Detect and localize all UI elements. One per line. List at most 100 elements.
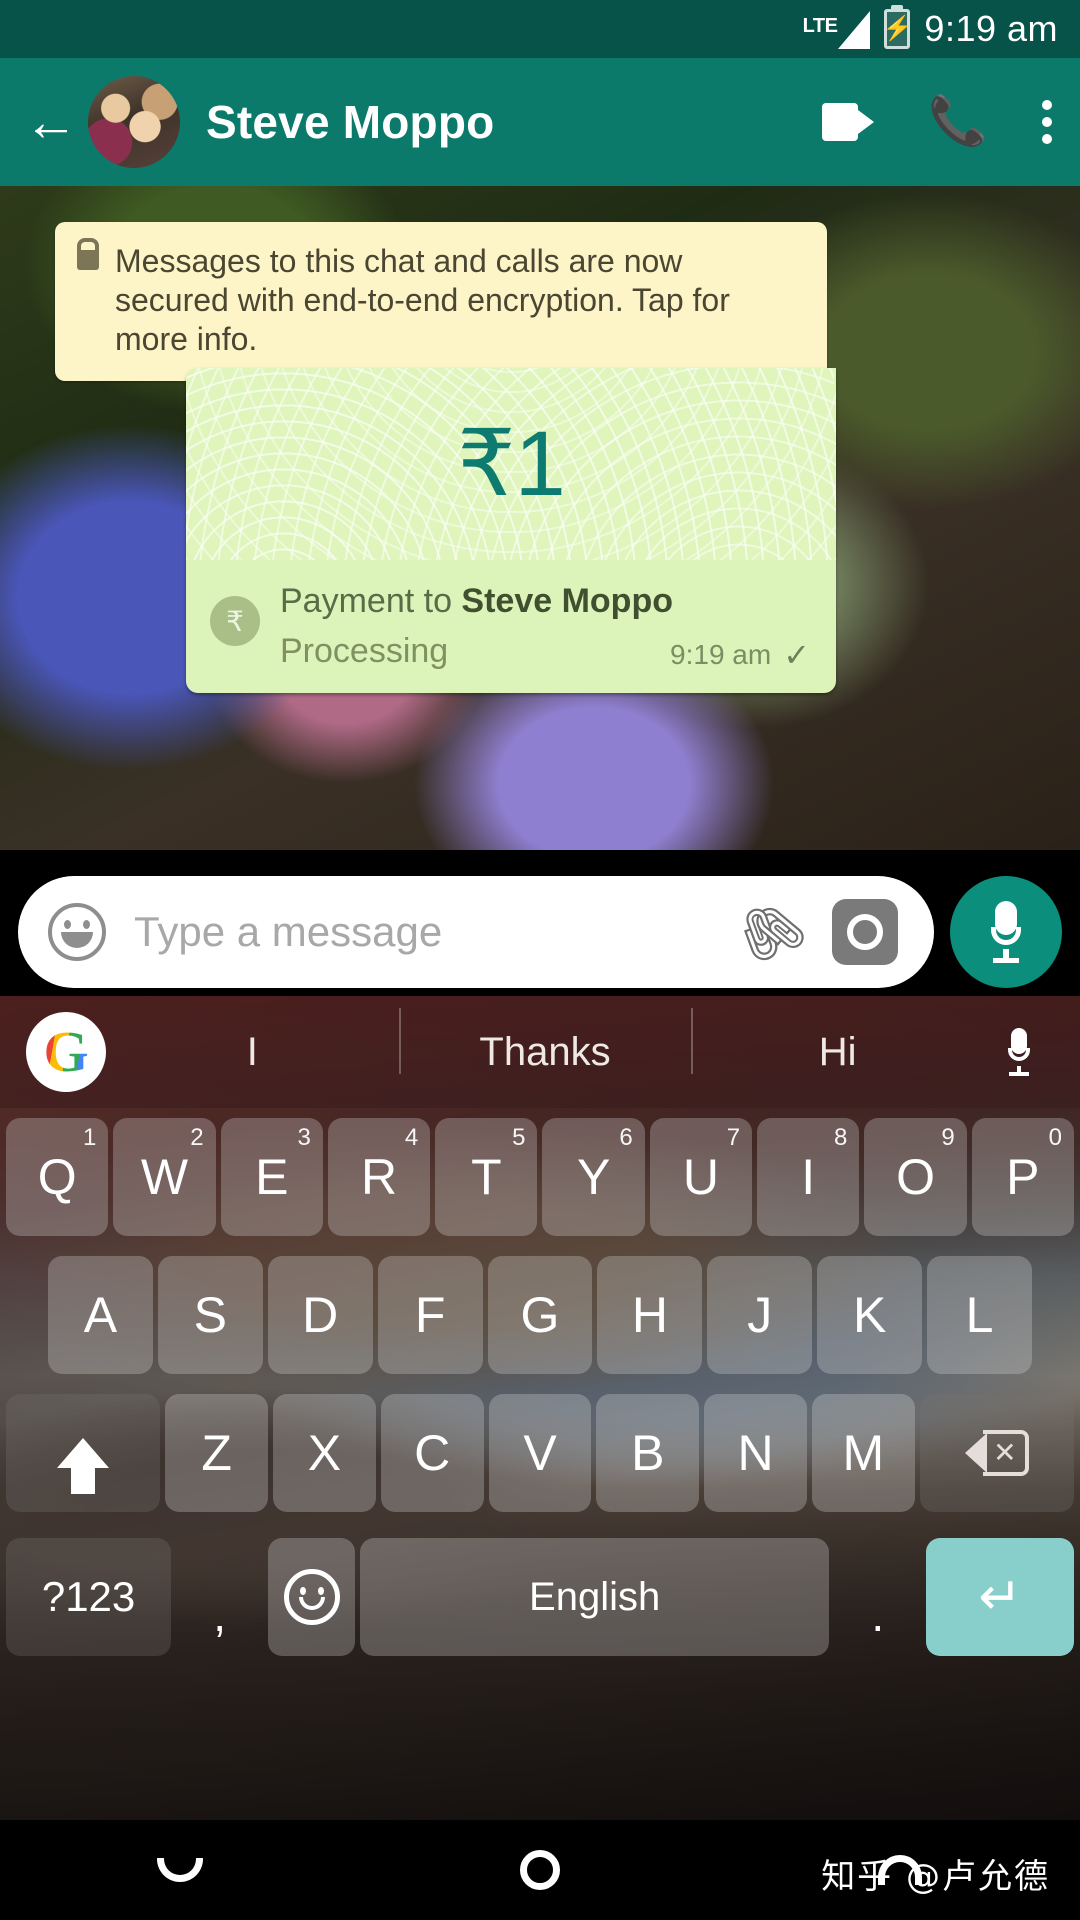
- key-a[interactable]: A: [48, 1256, 153, 1374]
- key-p[interactable]: 0P: [971, 1118, 1074, 1236]
- back-arrow-icon[interactable]: ←: [18, 89, 84, 155]
- google-logo-letter: G: [43, 1019, 89, 1084]
- key-z[interactable]: Z: [165, 1394, 268, 1512]
- message-timestamp: 9:19 am: [670, 639, 772, 671]
- key-k[interactable]: K: [817, 1256, 923, 1374]
- key-label: P: [1006, 1149, 1040, 1205]
- status-bar: LTE ⚡ 9:19 am: [0, 0, 1080, 58]
- keyboard-row-1: 1Q 2W 3E 4R 5T 6Y 7U 8I 9O 0P: [0, 1108, 1080, 1246]
- single-check-icon: ✓: [783, 637, 810, 674]
- key-m[interactable]: M: [811, 1394, 915, 1512]
- key-sup: 8: [834, 1124, 848, 1151]
- key-sup: 4: [404, 1124, 419, 1151]
- key-j[interactable]: J: [707, 1256, 813, 1374]
- paperclip-icon[interactable]: 🖇: [723, 885, 817, 977]
- message-input-container[interactable]: 🖇: [18, 876, 934, 988]
- key-n[interactable]: N: [704, 1394, 807, 1512]
- shift-key-icon[interactable]: [6, 1394, 161, 1512]
- key-label: U: [682, 1149, 719, 1205]
- key-w[interactable]: 2W: [113, 1118, 216, 1236]
- chat-message-area: Messages to this chat and calls are now …: [0, 186, 1080, 850]
- key-o[interactable]: 9O: [864, 1118, 967, 1236]
- key-sup: 9: [941, 1124, 955, 1151]
- backspace-key-icon[interactable]: ✕: [919, 1394, 1074, 1512]
- payment-message-bubble[interactable]: ₹1 ₹ Payment to Steve Moppo Processing 9…: [186, 368, 836, 694]
- key-f[interactable]: F: [377, 1256, 483, 1374]
- suggestion-bar: G I Thanks Hi: [0, 996, 1080, 1108]
- keyboard-row-4: ?123 , English . ↵: [0, 1522, 1080, 1672]
- emoji-icon[interactable]: [48, 903, 106, 961]
- key-t[interactable]: 5T: [435, 1118, 538, 1236]
- key-sup: 5: [512, 1124, 526, 1151]
- camera-icon[interactable]: [832, 899, 898, 965]
- encryption-notice-text: Messages to this chat and calls are now …: [115, 243, 730, 358]
- voice-input-icon[interactable]: [984, 1028, 1054, 1076]
- symbols-key[interactable]: ?123: [6, 1538, 172, 1656]
- key-u[interactable]: 7U: [649, 1118, 753, 1236]
- nav-back-icon[interactable]: [80, 1820, 280, 1920]
- microphone-icon[interactable]: [950, 876, 1062, 988]
- payment-title: Payment to Steve Moppo: [280, 580, 810, 623]
- space-key[interactable]: English: [359, 1538, 830, 1656]
- key-label: T: [471, 1149, 502, 1205]
- status-badge: Processing: [280, 631, 449, 670]
- period-key[interactable]: .: [834, 1538, 921, 1656]
- key-h[interactable]: H: [597, 1256, 703, 1374]
- keyboard-row-2: A S D F G H J K L: [0, 1246, 1080, 1384]
- chat-app-bar: ← Steve Moppo 📞: [0, 58, 1080, 186]
- key-g[interactable]: G: [487, 1256, 593, 1374]
- suggestion-item-3[interactable]: Hi: [691, 1007, 984, 1075]
- key-l[interactable]: L: [927, 1256, 1033, 1374]
- search-input[interactable]: [134, 908, 742, 956]
- key-sup: 6: [619, 1124, 633, 1151]
- key-label: O: [896, 1149, 935, 1205]
- comma-key[interactable]: ,: [176, 1538, 263, 1656]
- key-q[interactable]: 1Q: [6, 1118, 109, 1236]
- watermark: 知乎 @卢允德: [821, 1857, 1050, 1897]
- key-label: W: [140, 1149, 189, 1205]
- emoji-key-icon[interactable]: [268, 1538, 355, 1656]
- message-meta: 9:19 am ✓: [670, 639, 810, 671]
- key-label: Y: [576, 1149, 611, 1205]
- lock-icon: [77, 250, 99, 270]
- more-options-icon[interactable]: [1042, 100, 1052, 144]
- payment-recipient-name: Steve Moppo: [461, 582, 673, 620]
- key-i[interactable]: 8I: [757, 1118, 860, 1236]
- status-bar-clock: 9:19 am: [924, 8, 1058, 49]
- avatar[interactable]: [88, 76, 180, 168]
- payment-details: ₹ Payment to Steve Moppo Processing 9:19…: [186, 560, 836, 694]
- key-e[interactable]: 3E: [220, 1118, 323, 1236]
- google-logo-icon[interactable]: G: [26, 1012, 106, 1092]
- page-title[interactable]: Steve Moppo: [206, 95, 494, 149]
- key-r[interactable]: 4R: [327, 1118, 431, 1236]
- on-screen-keyboard: G I Thanks Hi 1Q 2W 3E 4R 5T 6Y 7U 8I 9O…: [0, 996, 1080, 1820]
- payment-amount-value: ₹1: [457, 413, 566, 515]
- video-call-icon[interactable]: [822, 103, 875, 141]
- key-y[interactable]: 6Y: [542, 1118, 645, 1236]
- key-s[interactable]: S: [157, 1256, 263, 1374]
- rupee-badge-icon: ₹: [210, 596, 260, 646]
- key-label: E: [255, 1149, 289, 1205]
- payment-amount-hero: ₹1: [186, 368, 836, 560]
- key-c[interactable]: C: [380, 1394, 484, 1512]
- signal-bars-icon: LTE: [803, 9, 871, 49]
- key-x[interactable]: X: [273, 1394, 376, 1512]
- battery-charging-icon: ⚡: [882, 9, 913, 49]
- key-v[interactable]: V: [488, 1394, 592, 1512]
- signal-triangle-icon: [838, 11, 871, 49]
- network-type-label: LTE: [802, 15, 838, 37]
- suggestion-item-2[interactable]: Thanks: [398, 1007, 692, 1075]
- key-sup: 1: [82, 1124, 97, 1151]
- charging-bolt-icon: ⚡: [882, 15, 913, 42]
- key-sup: 0: [1048, 1124, 1062, 1151]
- encryption-notice-banner[interactable]: Messages to this chat and calls are now …: [55, 222, 827, 382]
- suggestion-item-1[interactable]: I: [106, 1030, 399, 1075]
- phone-call-icon[interactable]: 📞: [928, 98, 988, 146]
- enter-key-icon[interactable]: ↵: [926, 1538, 1075, 1656]
- key-b[interactable]: B: [596, 1394, 700, 1512]
- nav-home-icon[interactable]: [440, 1820, 640, 1920]
- key-label: Q: [37, 1149, 77, 1205]
- key-d[interactable]: D: [267, 1256, 373, 1374]
- message-input-bar: 🖇: [0, 868, 1080, 996]
- key-sup: 3: [297, 1124, 311, 1151]
